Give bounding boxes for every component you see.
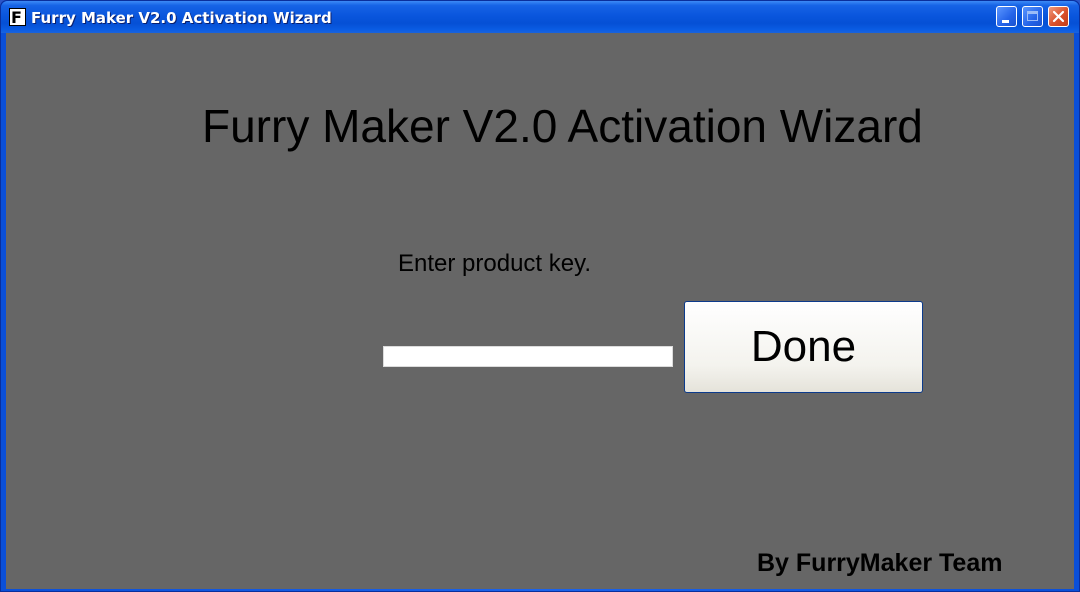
- minimize-button[interactable]: [996, 6, 1017, 27]
- app-f-icon[interactable]: F: [9, 8, 26, 26]
- product-key-input[interactable]: [383, 346, 673, 367]
- product-key-label: Enter product key.: [398, 250, 591, 277]
- maximize-icon: [1027, 11, 1038, 21]
- app-icon-letter: F: [11, 8, 22, 27]
- credit-text: By FurryMaker Team: [757, 549, 1003, 577]
- activation-wizard-window: F Furry Maker V2.0 Activation Wizard Fur…: [0, 0, 1080, 592]
- window-title: Furry Maker V2.0 Activation Wizard: [31, 9, 332, 27]
- close-icon: [1052, 10, 1065, 23]
- maximize-button[interactable]: [1022, 6, 1043, 27]
- done-button[interactable]: Done: [684, 301, 923, 393]
- wizard-body: Furry Maker V2.0 Activation Wizard Enter…: [6, 33, 1074, 589]
- page-title: Furry Maker V2.0 Activation Wizard: [202, 100, 923, 152]
- minimize-icon: [1002, 20, 1009, 23]
- close-button[interactable]: [1048, 6, 1069, 27]
- title-bar[interactable]: F Furry Maker V2.0 Activation Wizard: [1, 1, 1079, 33]
